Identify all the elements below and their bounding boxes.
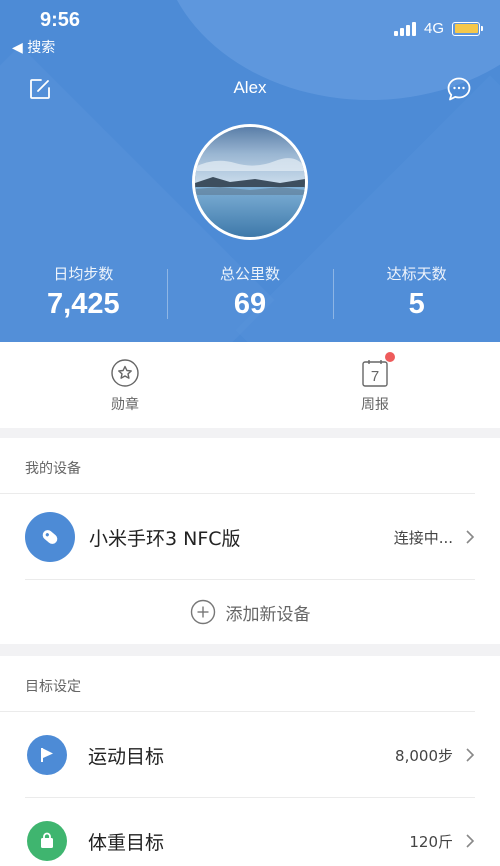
back-to-search[interactable]: ◀ 搜索: [12, 37, 55, 57]
stat-label: 达标天数: [386, 265, 447, 283]
add-device-label: 添加新设备: [225, 604, 311, 625]
stat-avg-steps[interactable]: 日均步数 7,425: [0, 263, 167, 327]
signal-icon: [393, 21, 416, 36]
calendar-icon: 7: [360, 352, 395, 388]
device-status: 连接中...: [393, 528, 453, 547]
network-type: 4G: [423, 20, 444, 37]
chevron-right-icon: [465, 529, 475, 545]
goals-section-title: 目标设定: [0, 656, 475, 712]
goal-value: 120斤: [409, 832, 453, 851]
profile-header: 9:56 ◀ 搜索 4G Alex 日均步数 7,425 总公里数 69 达标天…: [0, 0, 500, 342]
stat-value: 5: [408, 288, 425, 320]
avatar[interactable]: [192, 124, 308, 240]
weekly-report-button[interactable]: 7 周报: [250, 342, 500, 428]
device-row[interactable]: 小米手环3 NFC版 连接中...: [0, 494, 500, 580]
status-time: 9:56: [40, 9, 81, 31]
notification-dot: [385, 352, 395, 362]
stat-total-km[interactable]: 总公里数 69: [166, 263, 334, 327]
goal-row-weight[interactable]: 体重目标 120斤: [0, 798, 500, 866]
devices-card: 我的设备 小米手环3 NFC版 连接中... 添加新设备: [0, 438, 500, 644]
calendar-number: 7: [371, 368, 379, 385]
goal-row-exercise[interactable]: 运动目标 8,000步: [0, 712, 500, 798]
message-icon[interactable]: [446, 76, 472, 102]
medals-button[interactable]: 勋章: [0, 342, 250, 428]
weekly-label: 周报: [361, 397, 389, 413]
plus-circle-icon: [190, 599, 215, 625]
chevron-right-icon: [465, 747, 475, 763]
goal-label: 体重目标: [88, 831, 165, 854]
add-device-button[interactable]: 添加新设备: [0, 580, 500, 644]
medals-label: 勋章: [111, 397, 139, 413]
stat-label: 日均步数: [53, 265, 114, 283]
chevron-right-icon: [465, 833, 475, 849]
stat-label: 总公里数: [220, 265, 281, 283]
devices-section-title: 我的设备: [0, 438, 475, 494]
battery-icon: [452, 21, 483, 36]
flag-icon: [27, 735, 67, 775]
stats-row: 日均步数 7,425 总公里数 69 达标天数 5: [0, 263, 500, 327]
status-indicators: 4G: [393, 20, 483, 37]
goal-value: 8,000步: [395, 746, 453, 765]
quick-actions: 勋章 7 周报: [0, 342, 500, 428]
user-name: Alex: [233, 78, 267, 97]
bag-icon: [27, 821, 67, 861]
goals-card: 目标设定 运动目标 8,000步 体重目标 120斤: [0, 656, 500, 866]
goal-label: 运动目标: [88, 745, 165, 768]
stat-value: 69: [233, 288, 267, 320]
stat-value: 7,425: [47, 288, 120, 320]
device-name: 小米手环3 NFC版: [89, 527, 241, 550]
band-icon: [25, 512, 75, 562]
stat-goal-days[interactable]: 达标天数 5: [333, 263, 500, 327]
medal-star-icon: [110, 358, 140, 388]
